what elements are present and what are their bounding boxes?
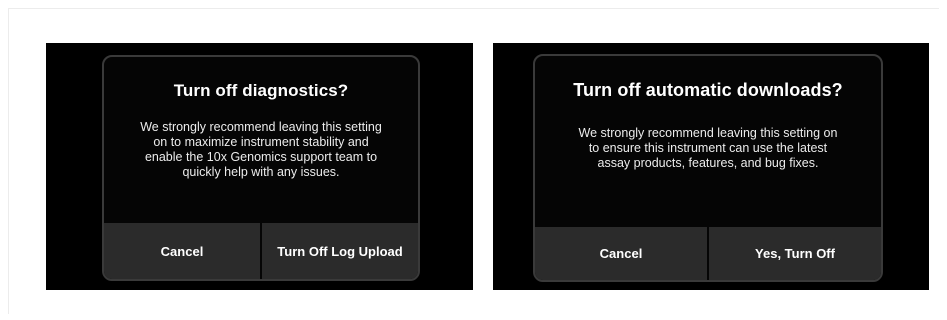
turn-off-automatic-downloads-dialog: Turn off automatic downloads? We strongl…: [533, 54, 883, 282]
cancel-button[interactable]: Cancel: [535, 227, 707, 280]
instrument-screen-diagnostics: Turn off diagnostics? We strongly recomm…: [46, 43, 473, 290]
instrument-screen-downloads: Turn off automatic downloads? We strongl…: [493, 43, 929, 290]
dialog-message: We strongly recommend leaving this setti…: [578, 126, 838, 170]
turn-off-log-upload-button[interactable]: Turn Off Log Upload: [262, 223, 418, 279]
turn-off-diagnostics-dialog: Turn off diagnostics? We strongly recomm…: [102, 55, 420, 281]
yes-turn-off-button[interactable]: Yes, Turn Off: [709, 227, 881, 280]
dialog-title: Turn off automatic downloads?: [573, 80, 843, 100]
dialog-message: We strongly recommend leaving this setti…: [140, 120, 382, 179]
dialog-button-row: Cancel Turn Off Log Upload: [104, 223, 418, 279]
dialog-button-row: Cancel Yes, Turn Off: [535, 227, 881, 280]
cancel-button[interactable]: Cancel: [104, 223, 260, 279]
dialog-title: Turn off diagnostics?: [173, 81, 349, 100]
